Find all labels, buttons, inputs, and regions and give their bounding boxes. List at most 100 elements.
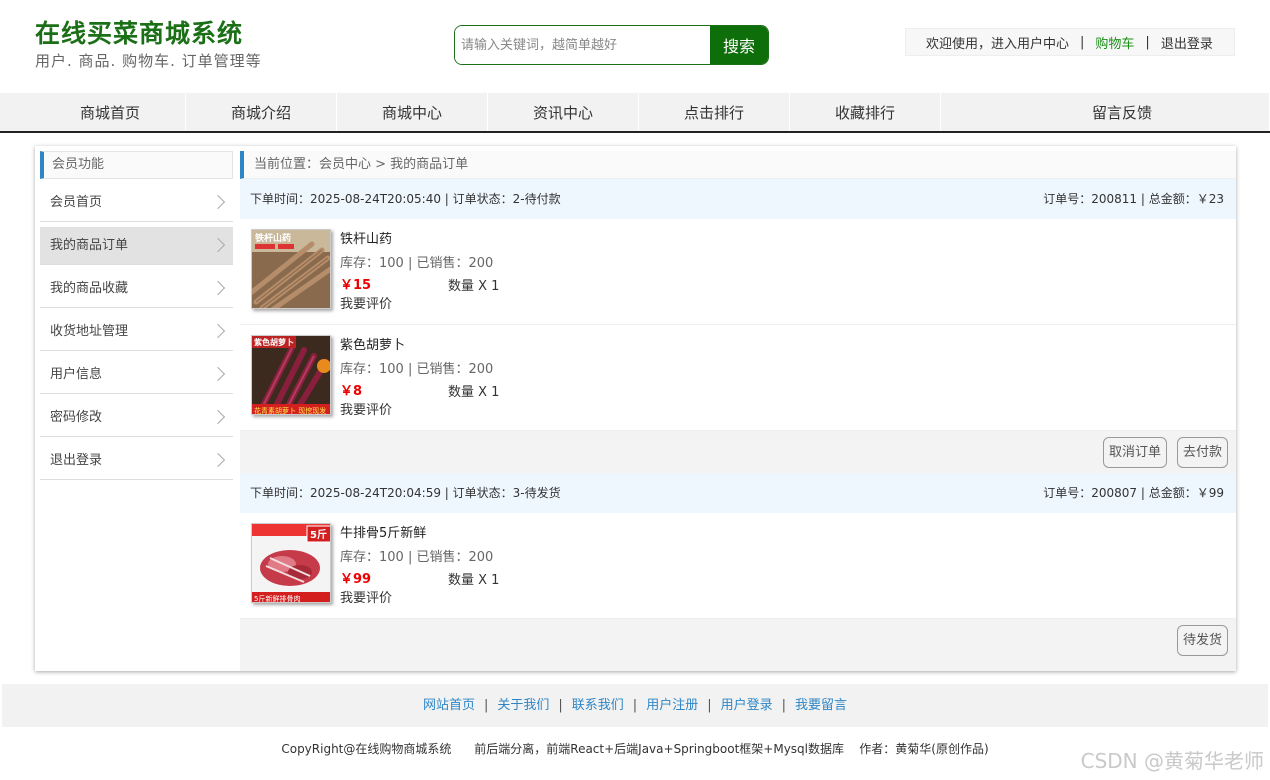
- footer-links: 网站首页 | 关于我们 | 联系我们 | 用户注册 | 用户登录 | 我要留言: [2, 684, 1268, 727]
- main-nav: 商城首页 商城介绍 商城中心 资讯中心 点击排行 收藏排行 留言反馈: [0, 93, 1270, 133]
- logout-link[interactable]: 退出登录: [1161, 33, 1213, 52]
- order-time-status: 下单时间：2025-08-24T20:04:59 | 订单状态：3-待发货: [250, 486, 561, 500]
- product-price: ￥8: [340, 384, 363, 399]
- pay-button[interactable]: 去付款: [1176, 437, 1228, 468]
- site-subtitle: 用户. 商品. 购物车. 订单管理等: [35, 52, 262, 70]
- nav-about[interactable]: 商城介绍: [186, 93, 337, 131]
- order-header: 下单时间：2025-08-24T20:04:59 | 订单状态：3-待发货 订单…: [240, 473, 1236, 513]
- yam-image: 铁杆山药: [252, 230, 330, 308]
- sidebar-title: 会员功能: [40, 151, 233, 179]
- sidebar-item-logout[interactable]: 退出登录: [40, 442, 233, 480]
- order-item: 紫色胡萝卜 花青素胡萝卜 现挖现发 紫色胡萝卜 库存：100 | 已销售：200…: [240, 325, 1236, 431]
- product-price: ￥15: [340, 278, 372, 293]
- product-quantity: 数量 X 1: [448, 385, 500, 400]
- order-number-total: 订单号：200811 | 总金额：￥23: [1043, 192, 1224, 206]
- sidebar-item-label: 会员首页: [50, 195, 103, 210]
- sidebar-item-label: 我的商品订单: [50, 238, 129, 253]
- product-stock: 库存：100 | 已销售：200: [340, 256, 494, 271]
- product-image-ribs[interactable]: 5斤 5斤新鲜排骨肉: [251, 523, 331, 603]
- nav-click-rank[interactable]: 点击排行: [639, 93, 790, 131]
- divider: |: [558, 698, 563, 713]
- user-bar: 欢迎使用，进入用户中心 | 购物车 | 退出登录: [905, 28, 1235, 56]
- nav-feedback[interactable]: 留言反馈: [975, 93, 1270, 131]
- carrot-image-label: 紫色胡萝卜: [254, 337, 294, 347]
- product-name: 紫色胡萝卜: [340, 338, 406, 353]
- orders-content: 当前位置：会员中心 > 我的商品订单 下单时间：2025-08-24T20:05…: [240, 151, 1236, 671]
- chevron-right-icon: [210, 366, 226, 382]
- product-quantity: 数量 X 1: [448, 279, 500, 294]
- divider: |: [483, 698, 489, 713]
- site-title: 在线买菜商城系统: [35, 19, 244, 48]
- main-panel: 会员功能 会员首页 我的商品订单 我的商品收藏 收货地址管理 用户信息 密码修改…: [35, 146, 1236, 671]
- sidebar-item-user-info[interactable]: 用户信息: [40, 356, 233, 394]
- sidebar-item-address[interactable]: 收货地址管理: [40, 313, 233, 351]
- footer-link-about[interactable]: 关于我们: [497, 698, 549, 713]
- order-header: 下单时间：2025-08-24T20:05:40 | 订单状态：2-待付款 订单…: [240, 179, 1236, 219]
- order-actions: 待发货: [240, 619, 1236, 661]
- sidebar-item-orders[interactable]: 我的商品订单: [40, 227, 233, 265]
- search-button[interactable]: 搜索: [710, 26, 768, 64]
- sidebar-item-label: 密码修改: [50, 410, 103, 425]
- nav-news[interactable]: 资讯中心: [488, 93, 639, 131]
- chevron-right-icon: [210, 323, 226, 339]
- sidebar-item-label: 退出登录: [50, 453, 103, 468]
- order-actions: 取消订单 去付款: [240, 431, 1236, 473]
- divider: |: [781, 698, 786, 713]
- review-link[interactable]: 我要评价: [340, 587, 392, 606]
- product-name: 牛排骨5斤新鲜: [340, 526, 427, 541]
- divider: |: [1145, 34, 1150, 50]
- search-input[interactable]: [455, 26, 710, 64]
- product-stock: 库存：100 | 已销售：200: [340, 362, 494, 377]
- nav-mall[interactable]: 商城中心: [337, 93, 488, 131]
- header: 在线买菜商城系统 用户. 商品. 购物车. 订单管理等 搜索 欢迎使用，进入用户…: [0, 0, 1270, 93]
- nav-fav-rank[interactable]: 收藏排行: [790, 93, 941, 131]
- ribs-image-weight: 5斤: [310, 528, 327, 541]
- order-item: 铁杆山药 铁杆山药 库存：100 | 已销售：200 ￥15 数量 X 1 我要…: [240, 219, 1236, 325]
- review-link[interactable]: 我要评价: [340, 399, 392, 418]
- product-quantity: 数量 X 1: [448, 573, 500, 588]
- user-center-link[interactable]: 欢迎使用，进入用户中心: [926, 33, 1069, 52]
- yam-image-label: 铁杆山药: [255, 232, 291, 244]
- ribs-image: 5斤 5斤新鲜排骨肉: [252, 524, 330, 603]
- chevron-right-icon: [210, 194, 226, 210]
- cancel-order-button[interactable]: 取消订单: [1102, 437, 1167, 468]
- breadcrumb: 当前位置：会员中心 > 我的商品订单: [240, 151, 1236, 179]
- awaiting-shipment-button[interactable]: 待发货: [1176, 625, 1228, 656]
- product-name: 铁杆山药: [340, 232, 393, 247]
- footer-link-contact[interactable]: 联系我们: [572, 698, 624, 713]
- review-link[interactable]: 我要评价: [340, 293, 392, 312]
- carrot-image: 紫色胡萝卜 花青素胡萝卜 现挖现发: [252, 336, 330, 415]
- footer-link-message[interactable]: 我要留言: [795, 698, 847, 713]
- sidebar-item-favorites[interactable]: 我的商品收藏: [40, 270, 233, 308]
- footer-link-home[interactable]: 网站首页: [423, 698, 475, 713]
- product-image-yam[interactable]: 铁杆山药: [251, 229, 331, 309]
- ribs-image-banner: 5斤新鲜排骨肉: [254, 594, 300, 603]
- divider: |: [632, 698, 638, 713]
- sidebar-item-password[interactable]: 密码修改: [40, 399, 233, 437]
- order-number-total: 订单号：200807 | 总金额：￥99: [1043, 486, 1224, 500]
- cart-link[interactable]: 购物车: [1095, 33, 1134, 52]
- divider: |: [1080, 34, 1085, 50]
- member-sidebar: 会员功能 会员首页 我的商品订单 我的商品收藏 收货地址管理 用户信息 密码修改…: [40, 151, 233, 480]
- carrot-image-banner: 花青素胡萝卜 现挖现发: [254, 406, 326, 415]
- nav-home[interactable]: 商城首页: [0, 93, 186, 131]
- sidebar-item-label: 我的商品收藏: [50, 281, 129, 296]
- footer-link-login[interactable]: 用户登录: [721, 698, 773, 713]
- copyright: CopyRight@在线购物商城系统 前后端分离，前端React+后端Java+…: [281, 742, 989, 756]
- sidebar-item-label: 收货地址管理: [50, 324, 129, 339]
- order-item: 5斤 5斤新鲜排骨肉 牛排骨5斤新鲜 库存：100 | 已销售：200 ￥99 …: [240, 513, 1236, 619]
- chevron-right-icon: [210, 237, 226, 253]
- chevron-right-icon: [210, 280, 226, 296]
- divider: |: [707, 698, 712, 713]
- sidebar-item-member-home[interactable]: 会员首页: [40, 184, 233, 222]
- watermark: CSDN @黄菊华老师: [1080, 749, 1264, 773]
- search-bar: 搜索: [454, 25, 769, 65]
- footer-link-register[interactable]: 用户注册: [646, 698, 698, 713]
- product-image-carrot[interactable]: 紫色胡萝卜 花青素胡萝卜 现挖现发: [251, 335, 331, 415]
- product-price: ￥99: [340, 572, 372, 587]
- product-stock: 库存：100 | 已销售：200: [340, 550, 494, 565]
- sidebar-item-label: 用户信息: [50, 367, 103, 382]
- chevron-right-icon: [210, 452, 226, 468]
- chevron-right-icon: [210, 409, 226, 425]
